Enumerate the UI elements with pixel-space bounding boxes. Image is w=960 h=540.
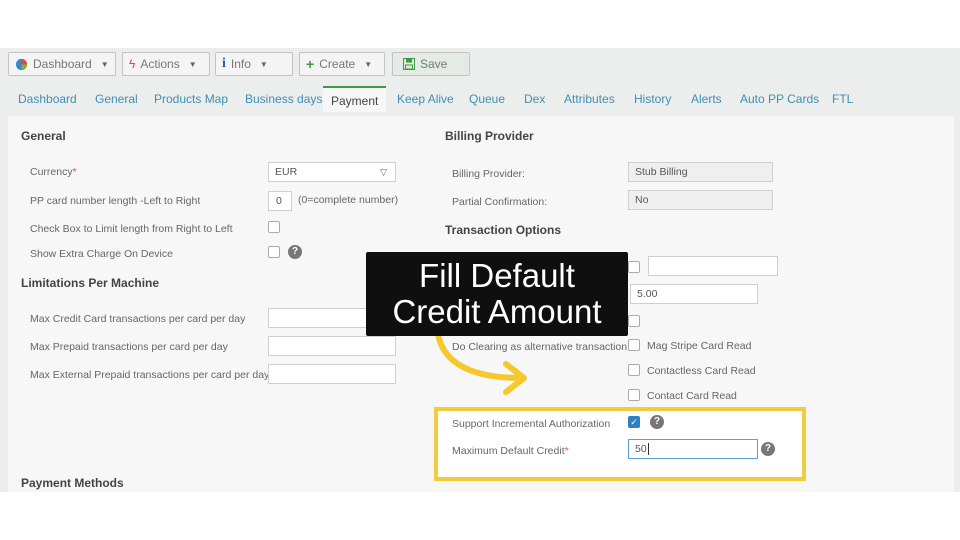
max-credit-card-label: Max Credit Card transactions per card pe… <box>30 313 246 325</box>
pp-length-label: PP card number length -Left to Right <box>30 195 201 207</box>
caption-line-1: Fill Default <box>419 257 575 294</box>
extra-charge-label: Show Extra Charge On Device <box>30 248 173 260</box>
billing-provider-label: Billing Provider: <box>452 168 525 180</box>
caption-line-2: Credit Amount <box>392 293 602 330</box>
transaction-option-input[interactable] <box>648 256 778 276</box>
transaction-options-heading: Transaction Options <box>445 223 562 237</box>
limitations-heading: Limitations Per Machine <box>21 276 160 290</box>
max-external-prepaid-input[interactable] <box>268 364 396 384</box>
partial-confirmation-field: No <box>628 190 773 210</box>
max-external-prepaid-label: Max External Prepaid transactions per ca… <box>30 369 270 381</box>
amount-input[interactable]: 5.00 <box>630 284 758 304</box>
transaction-option-checkbox-2[interactable] <box>628 315 640 327</box>
mag-stripe-label: Mag Stripe Card Read <box>647 340 752 352</box>
help-icon[interactable]: ? <box>761 442 775 456</box>
incremental-authorization-label: Support Incremental Authorization <box>452 418 611 430</box>
chevron-down-icon: ▽ <box>380 167 387 177</box>
contactless-label: Contactless Card Read <box>647 365 756 377</box>
pp-length-hint: (0=complete number) <box>298 194 399 206</box>
pp-length-input[interactable]: 0 <box>268 191 292 211</box>
billing-heading: Billing Provider <box>445 129 534 143</box>
currency-value: EUR <box>275 166 298 178</box>
max-prepaid-label: Max Prepaid transactions per card per da… <box>30 341 228 353</box>
contactless-checkbox[interactable] <box>628 364 640 376</box>
max-default-credit-input[interactable]: 50 <box>628 439 758 459</box>
contact-checkbox[interactable] <box>628 389 640 401</box>
check-box-limit-label: Check Box to Limit length from Right to … <box>30 223 233 235</box>
max-default-credit-value: 50 <box>635 443 647 455</box>
billing-provider-field: Stub Billing <box>628 162 773 182</box>
contact-label: Contact Card Read <box>647 390 737 402</box>
help-icon[interactable]: ? <box>288 245 302 259</box>
currency-select[interactable]: EUR ▽ <box>268 162 396 182</box>
currency-label: Currency* <box>30 166 77 178</box>
extra-charge-checkbox[interactable] <box>268 246 280 258</box>
payment-methods-heading: Payment Methods <box>21 476 124 490</box>
clearing-checkbox[interactable] <box>628 339 640 351</box>
incremental-authorization-checkbox[interactable]: ✓ <box>628 416 640 428</box>
max-prepaid-input[interactable] <box>268 336 396 356</box>
instruction-caption: Fill Default Credit Amount <box>366 252 628 336</box>
partial-confirmation-label: Partial Confirmation: <box>452 196 548 208</box>
general-heading: General <box>21 129 66 143</box>
help-icon[interactable]: ? <box>650 415 664 429</box>
check-box-limit-checkbox[interactable] <box>268 221 280 233</box>
curved-arrow-icon <box>435 331 527 395</box>
max-default-credit-label: Maximum Default Credit* <box>452 445 569 457</box>
transaction-option-checkbox[interactable] <box>628 261 640 273</box>
